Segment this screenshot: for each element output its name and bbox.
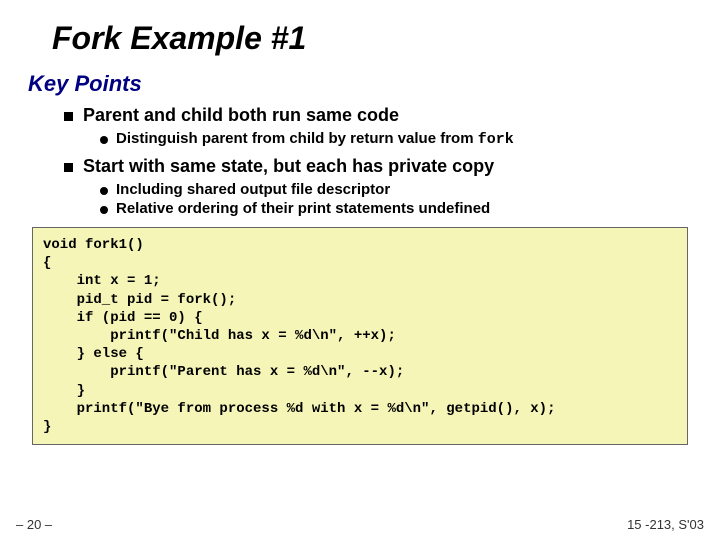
disc-bullet-icon <box>100 136 108 144</box>
bullet-subtext: Relative ordering of their print stateme… <box>116 200 490 217</box>
sub-pre: Distinguish parent from child by return … <box>116 130 478 147</box>
bullet-level1: Start with same state, but each has priv… <box>64 156 696 177</box>
bullet-text: Start with same state, but each has priv… <box>83 156 494 177</box>
bullet-level1: Parent and child both run same code <box>64 105 696 126</box>
bullet-subtext: Distinguish parent from child by return … <box>116 130 514 148</box>
bullet-text: Parent and child both run same code <box>83 105 399 126</box>
code-block: void fork1() { int x = 1; pid_t pid = fo… <box>32 227 688 445</box>
disc-bullet-icon <box>100 187 108 195</box>
sub-code: fork <box>478 131 514 148</box>
slide-title: Fork Example #1 <box>52 20 696 57</box>
page-number: – 20 – <box>16 517 52 532</box>
bullet-level2: Distinguish parent from child by return … <box>100 130 696 148</box>
slide-subtitle: Key Points <box>28 71 696 97</box>
bullet-level2: Relative ordering of their print stateme… <box>100 200 696 217</box>
course-footer: 15 -213, S'03 <box>627 517 704 532</box>
bullet-level2: Including shared output file descriptor <box>100 181 696 198</box>
disc-bullet-icon <box>100 206 108 214</box>
bullet-subtext: Including shared output file descriptor <box>116 181 390 198</box>
slide: Fork Example #1 Key Points Parent and ch… <box>0 0 720 453</box>
square-bullet-icon <box>64 112 73 121</box>
square-bullet-icon <box>64 163 73 172</box>
